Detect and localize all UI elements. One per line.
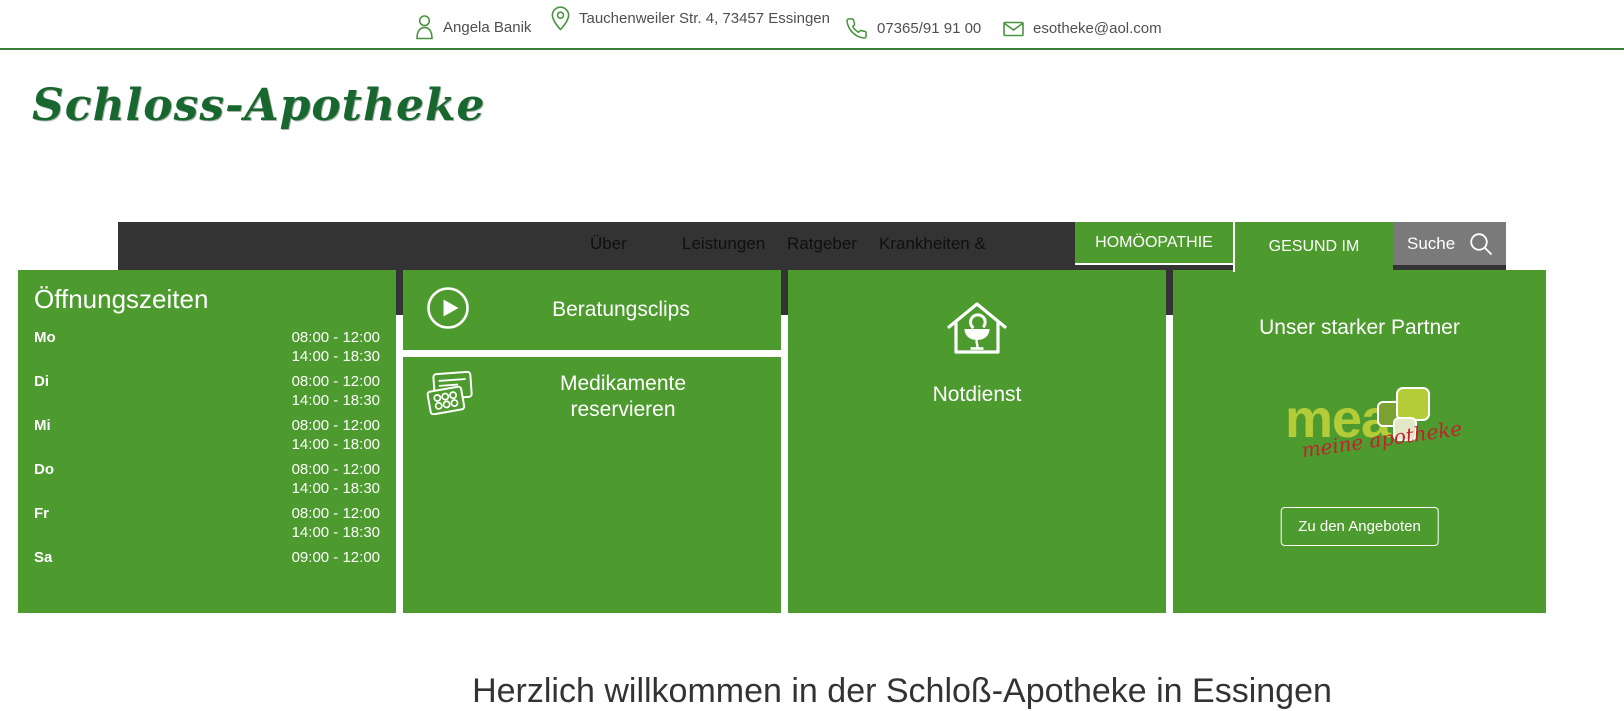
time-range: 08:00 - 12:00 bbox=[34, 505, 380, 524]
time-range: 08:00 - 12:00 bbox=[34, 461, 380, 480]
tab-gesund-im[interactable]: GESUND IM bbox=[1233, 222, 1393, 272]
nav-item-krankheiten[interactable]: Krankheiten & bbox=[879, 222, 986, 265]
opening-hours-title: Öffnungszeiten bbox=[34, 283, 380, 315]
contact-phone-number[interactable]: 07365/91 91 00 bbox=[877, 20, 981, 37]
opening-hours-row: Mi 08:00 - 12:00 14:00 - 18:00 bbox=[34, 417, 380, 454]
opening-hours-row: Sa 09:00 - 12:00 bbox=[34, 549, 380, 568]
welcome-heading: Herzlich willkommen in der Schloß-Apothe… bbox=[180, 672, 1624, 711]
phone-icon bbox=[845, 17, 868, 40]
person-icon bbox=[415, 14, 434, 40]
partner-panel: Unser starker Partner mea® meine apothek… bbox=[1173, 270, 1546, 613]
nav-item-ueber[interactable]: Über bbox=[590, 222, 627, 265]
top-contact-bar: Angela Banik Tauchenweiler Str. 4, 73457… bbox=[0, 0, 1624, 50]
opening-hours-row: Mo 08:00 - 12:00 14:00 - 18:30 bbox=[34, 329, 380, 366]
reserve-label-line2: reservieren bbox=[570, 398, 675, 421]
time-range: 14:00 - 18:00 bbox=[34, 436, 380, 455]
contact-email-address[interactable]: esotheke@aol.com bbox=[1033, 20, 1162, 37]
beratungsclips-tile[interactable]: Beratungsclips bbox=[403, 270, 781, 350]
contact-address-text: Tauchenweiler Str. 4, 73457 Essingen bbox=[579, 10, 830, 27]
day-label: Mo bbox=[34, 329, 56, 348]
day-label: Di bbox=[34, 373, 49, 392]
site-logo[interactable]: Schloss-Apotheke bbox=[32, 80, 485, 131]
play-icon bbox=[425, 285, 471, 336]
time-range: 08:00 - 12:00 bbox=[34, 417, 380, 436]
medikamente-reservieren-label: Medikamente reservieren bbox=[475, 371, 781, 423]
notdienst-label: Notdienst bbox=[788, 383, 1166, 407]
time-range: 09:00 - 12:00 bbox=[34, 549, 380, 568]
notdienst-tile[interactable]: Notdienst bbox=[788, 270, 1166, 613]
time-range: 14:00 - 18:30 bbox=[34, 392, 380, 411]
contact-person: Angela Banik bbox=[415, 14, 531, 40]
day-label: Fr bbox=[34, 505, 49, 524]
location-pin-icon bbox=[551, 6, 570, 31]
day-label: Mi bbox=[34, 417, 51, 436]
medikamente-reservieren-tile[interactable]: Medikamente reservieren bbox=[403, 357, 781, 613]
reserve-label-line1: Medikamente bbox=[560, 372, 686, 395]
time-range: 08:00 - 12:00 bbox=[34, 373, 380, 392]
nav-item-leistungen[interactable]: Leistungen bbox=[682, 222, 765, 265]
opening-hours-row: Fr 08:00 - 12:00 14:00 - 18:30 bbox=[34, 505, 380, 542]
zu-den-angeboten-button[interactable]: Zu den Angeboten bbox=[1280, 507, 1439, 546]
search-button[interactable]: Suche bbox=[1393, 222, 1506, 265]
contact-person-name: Angela Banik bbox=[443, 19, 531, 36]
contact-phone[interactable]: 07365/91 91 00 bbox=[845, 17, 981, 40]
beratungsclips-label: Beratungsclips bbox=[471, 297, 781, 323]
time-range: 14:00 - 18:30 bbox=[34, 524, 380, 543]
day-label: Do bbox=[34, 461, 54, 480]
day-label: Sa bbox=[34, 549, 52, 568]
search-label: Suche bbox=[1407, 234, 1455, 254]
medication-blister-icon bbox=[425, 371, 475, 420]
email-icon bbox=[1003, 21, 1024, 37]
time-range: 14:00 - 18:30 bbox=[34, 348, 380, 367]
pharmacy-house-icon bbox=[788, 298, 1166, 363]
tab-homoeopathie[interactable]: HOMÖOPATHIE bbox=[1075, 222, 1233, 265]
nav-item-ratgeber[interactable]: Ratgeber bbox=[787, 222, 857, 265]
contact-email[interactable]: esotheke@aol.com bbox=[1003, 20, 1162, 37]
opening-hours-row: Di 08:00 - 12:00 14:00 - 18:30 bbox=[34, 373, 380, 410]
time-range: 14:00 - 18:30 bbox=[34, 480, 380, 499]
opening-hours-panel: Öffnungszeiten Mo 08:00 - 12:00 14:00 - … bbox=[18, 270, 396, 613]
contact-address: Tauchenweiler Str. 4, 73457 Essingen bbox=[551, 6, 830, 31]
search-magnifier-icon bbox=[1468, 231, 1494, 257]
opening-hours-row: Do 08:00 - 12:00 14:00 - 18:30 bbox=[34, 461, 380, 498]
time-range: 08:00 - 12:00 bbox=[34, 329, 380, 348]
partner-title: Unser starker Partner bbox=[1173, 316, 1546, 340]
